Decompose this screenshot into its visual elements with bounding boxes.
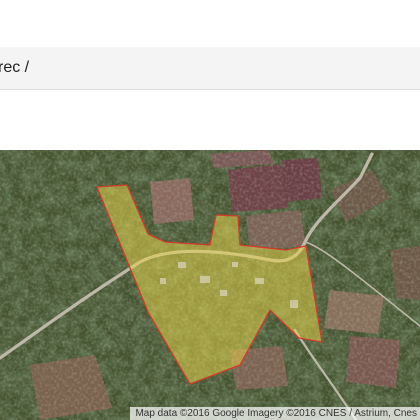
top-toolbar	[0, 0, 420, 48]
map-imagery[interactable]	[0, 150, 420, 420]
breadcrumb-text[interactable]: rec /	[0, 59, 29, 77]
content-spacer	[0, 91, 420, 150]
map-attribution[interactable]: Map data ©2016 Google Imagery ©2016 CNES…	[130, 407, 420, 420]
breadcrumb: rec /	[0, 47, 420, 90]
satellite-map[interactable]: Map data ©2016 Google Imagery ©2016 CNES…	[0, 150, 420, 420]
